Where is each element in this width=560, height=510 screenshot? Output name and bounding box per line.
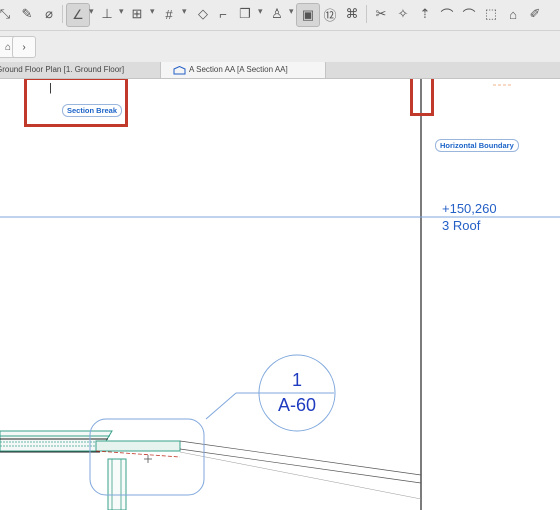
section-icon — [173, 66, 186, 75]
navigation-bar: ⌂ › — [0, 31, 560, 62]
fillet-icon[interactable]: ⌒ — [436, 3, 458, 25]
pen-icon[interactable]: ✎ — [16, 3, 38, 25]
layer-icon[interactable]: ◇ — [192, 3, 214, 25]
level-elevation[interactable]: +150,260 — [442, 201, 497, 216]
snap-grid-icon[interactable]: ⊞ — [126, 3, 148, 25]
grid-dropdown-icon[interactable]: ▾ — [182, 6, 187, 17]
guide-dropdown-icon[interactable]: ▾ — [119, 6, 124, 17]
stair-icon[interactable]: ⌐ — [212, 3, 234, 25]
split-icon[interactable]: ⌘ — [341, 3, 363, 25]
slope-line-1 — [179, 440, 422, 476]
tab-label: Ground Floor Plan [1. Ground Floor] — [0, 65, 124, 74]
fillet-alt-icon[interactable]: ⌒ — [458, 3, 480, 25]
tab-ground-floor-plan[interactable]: Ground Floor Plan [1. Ground Floor] — [0, 62, 124, 78]
angle-icon[interactable]: ∠ — [66, 3, 90, 27]
lamp-icon[interactable]: ♙ — [266, 3, 288, 25]
pointer-arrow-icon[interactable]: ⤡ — [0, 3, 16, 25]
edit-icon[interactable]: ✐ — [524, 3, 546, 25]
magic-wand-icon[interactable]: ✧ — [392, 3, 414, 25]
horizontal-boundary-label[interactable]: Horizontal Boundary — [435, 139, 519, 152]
scale-icon[interactable]: ⑫ — [319, 3, 341, 25]
grid-icon[interactable]: # — [158, 3, 180, 25]
forward-button[interactable]: › — [12, 36, 36, 58]
parapet-red-dash — [95, 450, 181, 458]
text-cursor: | — [49, 82, 52, 94]
section-view-canvas[interactable]: | Section Break Horizontal Boundary +150… — [0, 79, 560, 510]
level-name[interactable]: 3 Roof — [442, 218, 480, 233]
lamp-dropdown-icon[interactable]: ▾ — [289, 6, 294, 17]
view-tab-bar: Ground Floor Plan [1. Ground Floor] A Se… — [0, 62, 560, 79]
slope-line-2 — [179, 448, 422, 484]
wall-column — [107, 458, 127, 510]
angle-dropdown-icon[interactable]: ▾ — [89, 6, 94, 17]
parapet — [95, 440, 181, 452]
roof-slab — [0, 430, 113, 452]
tab-label: A Section AA [A Section AA] — [189, 65, 288, 74]
section-break-label[interactable]: Section Break — [62, 104, 123, 117]
detail-boundary — [89, 418, 205, 496]
tab-section-aa[interactable]: A Section AA [A Section AA] — [160, 62, 326, 78]
house-icon[interactable]: ⌂ — [502, 3, 524, 25]
marker-number[interactable]: 1 — [257, 370, 337, 391]
scissors-icon[interactable]: ✂ — [370, 3, 392, 25]
copy-dropdown-icon[interactable]: ▾ — [258, 6, 263, 17]
guide-line-icon[interactable]: ⊥ — [96, 3, 118, 25]
main-toolbar: ⤡ ✎ ⌀ ∠ ▾ ⊥ ▾ ⊞ ▾ # ▾ ◇ ⌐ ❐ ▾ ♙ ▾ ▣ ⑫ ⌘ … — [0, 0, 560, 31]
stretch-icon[interactable]: ⬚ — [480, 3, 502, 25]
slope-line-3 — [179, 451, 422, 500]
snap-dropdown-icon[interactable]: ▾ — [150, 6, 155, 17]
marker-leader-diagonal — [205, 392, 237, 420]
eyedropper-icon[interactable]: ⌀ — [38, 3, 60, 25]
offset-icon[interactable]: ⇡ — [414, 3, 436, 25]
marker-sheet[interactable]: A-60 — [257, 395, 337, 416]
show-hide-icon[interactable]: ▣ — [296, 3, 320, 27]
section-break-highlight — [24, 79, 128, 127]
copy-icon[interactable]: ❐ — [234, 3, 256, 25]
boundary-handle-highlight[interactable] — [410, 79, 434, 116]
